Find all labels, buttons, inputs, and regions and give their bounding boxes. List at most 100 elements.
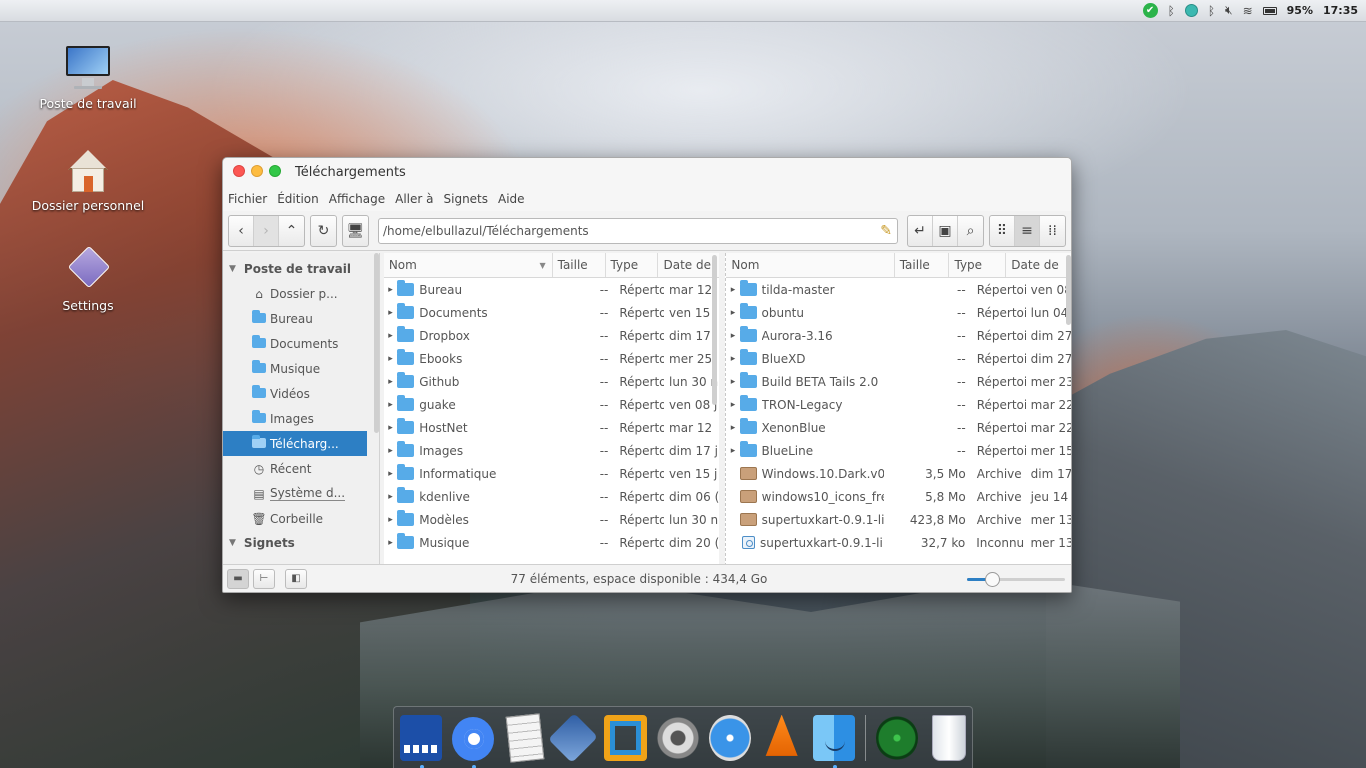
virtualbox-icon[interactable]: [548, 712, 599, 763]
search-button[interactable]: ⌕: [958, 216, 983, 246]
zoom-slider[interactable]: [967, 569, 1067, 589]
column-type[interactable]: Type: [606, 253, 659, 277]
column-size[interactable]: Taille: [553, 253, 606, 277]
location-bar[interactable]: /home/elbullazul/Téléchargements ✎: [378, 217, 898, 244]
hide-sidebar-button[interactable]: ◧: [285, 568, 307, 589]
sidebar-item-videos[interactable]: Vidéos: [223, 381, 379, 406]
expand-arrow-icon[interactable]: ▸: [726, 377, 739, 387]
vmware-icon[interactable]: [604, 714, 647, 761]
expand-arrow-icon[interactable]: ▸: [384, 400, 397, 410]
wifi-icon[interactable]: ≋: [1243, 4, 1253, 18]
radar-icon[interactable]: [875, 714, 918, 761]
expand-arrow-icon[interactable]: ▸: [384, 538, 397, 548]
titlebar[interactable]: Téléchargements: [223, 158, 1071, 186]
clock[interactable]: 17:35: [1323, 4, 1358, 17]
menu-edition[interactable]: Édition: [277, 192, 319, 206]
table-row[interactable]: ▸obuntu--Répertoilun 04 ja: [726, 301, 1071, 324]
column-name[interactable]: Nom: [726, 253, 895, 277]
desktop-icon-settings[interactable]: Settings: [23, 245, 153, 313]
table-row[interactable]: ▸tilda-master--Répertoiven 08 ja: [726, 278, 1071, 301]
forward-button[interactable]: ›: [254, 215, 279, 246]
clear-location-icon[interactable]: ✎: [880, 223, 892, 239]
parent-folder-button[interactable]: ⌃: [279, 216, 304, 246]
column-date[interactable]: Date de: [658, 253, 719, 277]
table-row[interactable]: ▸ Bureau -- Réperto mar 12: [384, 278, 720, 301]
desktop-icon-home[interactable]: Dossier personnel: [23, 146, 153, 213]
safari-icon[interactable]: [708, 714, 751, 761]
maximize-window-button[interactable]: [269, 165, 281, 177]
menu-signets[interactable]: Signets: [444, 192, 489, 206]
bluetooth-icon[interactable]: ᛒ: [1168, 4, 1175, 18]
expand-arrow-icon[interactable]: ▸: [384, 354, 397, 364]
toggle-location-button[interactable]: ↵: [908, 215, 933, 246]
volume-muted-icon[interactable]: 🔇︎: [1225, 3, 1233, 18]
expand-arrow-icon[interactable]: ▸: [726, 354, 739, 364]
sidebar-item-system[interactable]: ▤ Système d...: [223, 481, 379, 506]
table-row[interactable]: ▸ guake -- Réperto ven 08 j: [384, 393, 720, 416]
table-row[interactable]: ▸ BlueXD -- Répertoi dim 27 d: [726, 347, 1071, 370]
table-row[interactable]: ▸ Documents -- Réperto ven 15 j: [384, 301, 720, 324]
sidebar-item-musique[interactable]: Musique: [223, 356, 379, 381]
sidebar-item-home[interactable]: ⌂ Dossier p...: [223, 281, 379, 306]
column-type[interactable]: Type: [949, 253, 1007, 277]
table-row[interactable]: supertuxkart-0.9.1-lin... 32,7 ko Inconnu m…: [726, 531, 1071, 554]
sidebar-item-recent[interactable]: ◷ Récent: [223, 456, 379, 481]
expand-arrow-icon[interactable]: ▸: [726, 446, 739, 456]
security-shield-icon[interactable]: ✔: [1142, 3, 1158, 18]
show-tree-button[interactable]: ⊢: [253, 568, 275, 589]
expand-arrow-icon[interactable]: ▸: [726, 400, 739, 410]
expand-arrow-icon[interactable]: ▸: [726, 423, 739, 433]
expand-arrow-icon[interactable]: ▸: [384, 331, 397, 341]
sidebar-item-bureau[interactable]: Bureau: [223, 306, 379, 331]
table-row[interactable]: ▸ Musique -- Réperto dim 20 (: [384, 531, 720, 554]
table-row[interactable]: supertuxkart-0.9.1-lin... 423,8 Mo Archive…: [726, 508, 1071, 531]
reload-button[interactable]: ↻: [311, 216, 336, 246]
list-view-button[interactable]: ≡: [1015, 215, 1040, 246]
table-row[interactable]: ▸ TRON-Legacy -- Répertoi mar 22 d: [726, 393, 1071, 416]
expand-arrow-icon[interactable]: ▸: [384, 492, 397, 502]
close-window-button[interactable]: [233, 165, 245, 177]
network-globe-icon[interactable]: [1184, 4, 1198, 17]
menu-aide[interactable]: Aide: [498, 192, 525, 206]
table-row[interactable]: ▸ Build BETA Tails 2.0 -- Répertoi mer 23 d: [726, 370, 1071, 393]
expand-arrow-icon[interactable]: ▸: [384, 308, 397, 318]
desktop-icon-computer[interactable]: Poste de travail: [23, 44, 153, 111]
menu-aller-a[interactable]: Aller à: [395, 192, 433, 206]
table-row[interactable]: ▸ Modèles -- Réperto lun 30 n: [384, 508, 720, 531]
sidebar-scrollbar[interactable]: [373, 253, 379, 433]
table-row[interactable]: ▸ Informatique -- Réperto ven 15 j: [384, 462, 720, 485]
expand-arrow-icon[interactable]: ▸: [384, 423, 397, 433]
table-row[interactable]: ▸ kdenlive -- Réperto dim 06 (: [384, 485, 720, 508]
table-row[interactable]: ▸ Github -- Réperto lun 30 n: [384, 370, 720, 393]
icon-view-button[interactable]: ⠿: [990, 215, 1015, 246]
expand-arrow-icon[interactable]: ▸: [384, 446, 397, 456]
table-row[interactable]: ▸ Aurora-3.16 -- Répertoi dim 27 d: [726, 324, 1071, 347]
table-row[interactable]: ▸ Ebooks -- Réperto mer 25: [384, 347, 720, 370]
expand-arrow-icon[interactable]: ▸: [726, 308, 739, 318]
vlc-icon[interactable]: [765, 714, 798, 756]
sidebar-item-images[interactable]: Images: [223, 406, 379, 431]
expand-arrow-icon[interactable]: ▸: [726, 331, 739, 341]
settings-gear-icon[interactable]: [656, 714, 699, 761]
menu-affichage[interactable]: Affichage: [329, 192, 385, 206]
battery-icon[interactable]: [1262, 6, 1277, 15]
sidebar-item-documents[interactable]: Documents: [223, 331, 379, 356]
column-date[interactable]: Date de: [1006, 253, 1071, 277]
menu-fichier[interactable]: Fichier: [228, 192, 267, 206]
expand-arrow-icon[interactable]: ▸: [726, 285, 739, 295]
chrome-icon[interactable]: [451, 716, 494, 768]
zoom-knob[interactable]: [985, 571, 1000, 587]
finder-icon[interactable]: [812, 714, 855, 768]
expand-arrow-icon[interactable]: ▸: [384, 285, 397, 295]
compact-view-button[interactable]: ⁞⁞: [1040, 216, 1065, 246]
sidebar-section-computer[interactable]: ▼ Poste de travail: [223, 257, 379, 281]
show-places-button[interactable]: ▬: [227, 568, 249, 589]
column-size[interactable]: Taille: [895, 253, 950, 277]
left-pane-scrollbar[interactable]: [712, 255, 718, 405]
table-row[interactable]: ▸ XenonBlue -- Répertoi mar 22 d: [726, 416, 1071, 439]
table-row[interactable]: windows10_icons_fre... 5,8 Mo Archive jeu 1…: [726, 485, 1071, 508]
expand-arrow-icon[interactable]: ▸: [384, 377, 397, 387]
sidebar-item-trash[interactable]: 🗑︎ Corbeille: [223, 506, 379, 531]
table-row[interactable]: ▸ BlueLine -- Répertoi mer 15 d: [726, 439, 1071, 462]
expand-arrow-icon[interactable]: ▸: [384, 515, 397, 525]
